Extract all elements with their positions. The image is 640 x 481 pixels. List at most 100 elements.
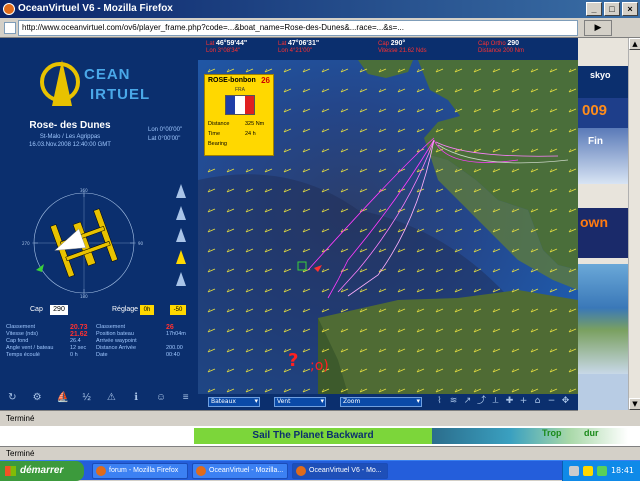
zoom-out-icon[interactable]: − bbox=[546, 396, 557, 407]
stat-row: Vitesse (nds) 21.62 Position bateau 17h04m bbox=[6, 331, 186, 338]
svg-text:270: 270 bbox=[22, 241, 30, 246]
ad-banner-6[interactable] bbox=[578, 374, 628, 410]
sail-option-3-icon[interactable] bbox=[176, 228, 186, 242]
address-bar: http://www.oceanvirtuel.com/ov6/player_f… bbox=[0, 18, 640, 38]
weather-map[interactable]: ? ;o) ROSE-bonbon 26 FRA Distance 325 Nm… bbox=[198, 60, 578, 394]
boat-name: Rose- des Dunes bbox=[29, 120, 111, 131]
trop-dur-banner[interactable]: Trop dur bbox=[432, 428, 628, 444]
popup-rank: 26 bbox=[261, 76, 270, 85]
ad-banner-row: Sail The Planet Backward Trop dur bbox=[0, 426, 640, 446]
info-icon[interactable]: ℹ bbox=[131, 393, 141, 403]
sail-option-2-icon[interactable] bbox=[176, 206, 186, 220]
sail-the-planet-banner[interactable]: Sail The Planet Backward bbox=[194, 428, 432, 444]
minimize-button[interactable]: _ bbox=[586, 2, 602, 16]
start-button[interactable]: démarrer bbox=[0, 461, 84, 481]
scroll-up-button[interactable]: ▲ bbox=[629, 38, 640, 50]
tray-security-icon[interactable] bbox=[597, 466, 607, 476]
right-ad-column: skyo 009 Fin own bbox=[578, 38, 628, 410]
stat-row: Classement 20.73 Classement 26 bbox=[6, 324, 174, 331]
sail-option-5-icon[interactable] bbox=[176, 272, 186, 286]
ad-banner-5[interactable] bbox=[578, 264, 628, 374]
race-date: 16.03.Nov.2008 12:40:00 GMT bbox=[29, 142, 111, 148]
reglage-offset-input[interactable]: -50 bbox=[170, 305, 186, 315]
taskbar-item[interactable]: OceanVirtuel - Mozilla... bbox=[192, 463, 288, 479]
home-icon[interactable]: ⌂ bbox=[532, 396, 543, 407]
crosshair-icon[interactable]: ✚ bbox=[504, 396, 515, 407]
popup-time-value: 24 h bbox=[245, 131, 256, 137]
arrow-icon[interactable]: ↗ bbox=[462, 396, 473, 407]
windows-logo-icon bbox=[5, 466, 16, 476]
sail-selector bbox=[172, 184, 190, 304]
stat-row: Temps écoulé 0 h Date 00:40 bbox=[6, 352, 180, 358]
popup-time-label: Time bbox=[208, 131, 221, 137]
svg-text:90: 90 bbox=[138, 241, 144, 246]
info-block: Cap Ortho 290 Distance 200 Nm bbox=[478, 40, 525, 54]
boat-panel: CEAN IRTUEL Rose- des Dunes St-Malo / Le… bbox=[0, 38, 198, 410]
popup-country: FRA bbox=[235, 87, 245, 93]
ocean-virtuel-logo: CEAN IRTUEL bbox=[40, 60, 160, 120]
measure-icon[interactable]: ⟂ bbox=[490, 396, 501, 407]
refresh-icon[interactable]: ↻ bbox=[7, 393, 17, 403]
cap-label: Cap bbox=[30, 306, 43, 313]
chart-icon[interactable]: ⌇ bbox=[434, 396, 445, 407]
boat-stats: Classement 20.73 Classement 26 Vitesse (nd… bbox=[6, 324, 196, 359]
boat-position: Lon 0°00'00" Lat 0°00'00" bbox=[148, 127, 183, 142]
route-icon[interactable]: ⤴ bbox=[476, 396, 487, 407]
page-icon bbox=[4, 22, 16, 34]
zoom-in-icon[interactable]: + bbox=[518, 396, 529, 407]
zoom-select[interactable]: Zoom bbox=[340, 397, 422, 407]
navigation-info: Lat 46°59'44" Lon 3°08'34" Lat 47°06'31" L… bbox=[198, 38, 578, 60]
sail-option-4-icon[interactable] bbox=[176, 250, 186, 264]
taskbar-item-active[interactable]: OceanVirtuel V6 - Mo... bbox=[292, 463, 388, 479]
reglage-input[interactable]: 0h bbox=[140, 305, 154, 315]
vertical-scrollbar[interactable]: ▲ ▼ bbox=[628, 38, 640, 410]
list-icon[interactable]: ≡ bbox=[181, 393, 191, 403]
ad-banner-4[interactable]: own bbox=[578, 208, 628, 258]
sail-icon[interactable]: ⛵ bbox=[57, 393, 69, 403]
clock: 18:41 bbox=[610, 466, 634, 475]
boats-select[interactable]: Bateaux bbox=[208, 397, 260, 407]
ad-banner-2[interactable]: 009 bbox=[578, 98, 628, 128]
svg-text:180: 180 bbox=[80, 294, 88, 298]
scroll-down-button[interactable]: ▼ bbox=[629, 398, 640, 410]
maximize-button[interactable]: □ bbox=[604, 2, 620, 16]
go-button[interactable]: ▶ bbox=[584, 20, 612, 36]
ad-banner-3[interactable]: Fin bbox=[578, 128, 628, 184]
info-block: Lat 46°59'44" Lon 3°08'34" bbox=[206, 40, 248, 54]
close-button[interactable]: × bbox=[622, 2, 638, 16]
popup-distance-label: Distance bbox=[208, 121, 230, 127]
user-icon[interactable]: ☺ bbox=[156, 393, 166, 403]
pan-icon[interactable]: ✥ bbox=[560, 396, 571, 407]
boat-info-popup: ROSE-bonbon 26 FRA Distance 325 Nm Time … bbox=[204, 74, 274, 156]
popup-distance-value: 325 Nm bbox=[245, 121, 265, 127]
sail-option-1-icon[interactable] bbox=[176, 184, 186, 198]
url-input[interactable]: http://www.oceanvirtuel.com/ov6/player_f… bbox=[18, 20, 578, 36]
firefox-icon bbox=[196, 466, 206, 476]
system-tray: 18:41 bbox=[562, 461, 640, 481]
settings-icon[interactable]: ⚙ bbox=[32, 393, 42, 403]
firefox-icon bbox=[296, 466, 306, 476]
tool-icons: ↻ ⚙ ⛵ ½ ⚠ ℹ ☺ ≡ bbox=[0, 388, 198, 408]
cap-input[interactable]: 290 bbox=[50, 305, 68, 315]
info-block: Cap 290° Vitesse 21.62 Nds bbox=[378, 40, 427, 54]
window-title: OceanVirtuel V6 - Mozilla Firefox bbox=[18, 3, 173, 14]
svg-text:;o): ;o) bbox=[310, 358, 329, 374]
svg-text:360: 360 bbox=[80, 188, 88, 193]
frame-status-bar: Terminé bbox=[0, 410, 578, 426]
ratio-icon[interactable]: ½ bbox=[82, 393, 92, 403]
info-block: Lat 47°06'31" Lon 4°21'00" bbox=[278, 40, 320, 54]
wind-select[interactable]: Vent bbox=[274, 397, 326, 407]
ocean-virtuel-app: CEAN IRTUEL Rose- des Dunes St-Malo / Le… bbox=[0, 38, 578, 410]
wind-icon[interactable]: ≋ bbox=[448, 396, 459, 407]
windows-taskbar: démarrer forum - Mozilla Firefox OceanVi… bbox=[0, 460, 640, 481]
tray-alert-icon[interactable] bbox=[583, 466, 593, 476]
stat-row: Angle vent / bateau 12 sec Distance Arriv… bbox=[6, 345, 183, 351]
map-controls: Bateaux Vent Zoom ⌇ ≋ ↗ ⤴ ⟂ ✚ + ⌂ − ✥ bbox=[198, 394, 578, 410]
warning-icon[interactable]: ⚠ bbox=[106, 393, 116, 403]
reglage-label: Réglage bbox=[112, 306, 139, 313]
race-route: St-Malo / Les Agrippas bbox=[39, 134, 101, 140]
compass-boat-diagram[interactable]: 360 270 90 180 bbox=[14, 188, 154, 298]
taskbar-item[interactable]: forum - Mozilla Firefox bbox=[92, 463, 188, 479]
france-flag-icon bbox=[225, 95, 255, 115]
tray-network-icon[interactable] bbox=[569, 466, 579, 476]
